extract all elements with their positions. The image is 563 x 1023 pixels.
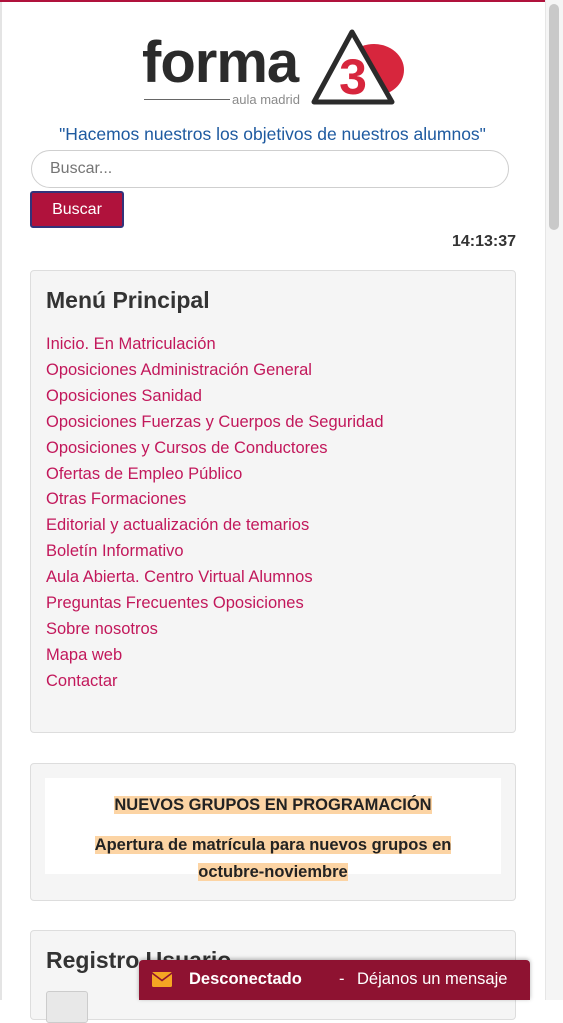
chat-status: Desconectado	[189, 970, 302, 988]
page-top-border	[0, 0, 545, 2]
logo-subtitle: aula madrid	[232, 92, 300, 107]
promo-panel: NUEVOS GRUPOS EN PROGRAMACIÓN Apertura d…	[30, 763, 516, 901]
menu-item-inicio[interactable]: Inicio. En Matriculación	[46, 332, 384, 358]
main-menu-title: Menú Principal	[46, 287, 210, 313]
menu-item-contactar[interactable]: Contactar	[46, 669, 384, 695]
page-left-border	[0, 0, 2, 1000]
menu-item-preguntas-frecuentes[interactable]: Preguntas Frecuentes Oposiciones	[46, 591, 384, 617]
logo-triangle-icon: 3	[311, 29, 404, 105]
main-menu-list: Inicio. En Matriculación Oposiciones Adm…	[46, 332, 384, 695]
menu-item-administracion-general[interactable]: Oposiciones Administración General	[46, 358, 384, 384]
menu-item-editorial[interactable]: Editorial y actualización de temarios	[46, 513, 384, 539]
search-input[interactable]	[31, 150, 509, 188]
chat-separator: -	[339, 970, 345, 988]
clock: 14:13:37	[451, 233, 516, 250]
menu-item-empleo-publico[interactable]: Ofertas de Empleo Público	[46, 462, 384, 488]
site-slogan: "Hacemos nuestros los objetivos de nuest…	[59, 124, 486, 144]
promo-title: NUEVOS GRUPOS EN PROGRAMACIÓN	[45, 796, 501, 815]
logo-underline	[144, 99, 230, 100]
menu-item-mapa-web[interactable]: Mapa web	[46, 643, 384, 669]
scrollbar-thumb[interactable]	[549, 4, 559, 230]
site-logo[interactable]: forma aula madrid 3	[140, 28, 410, 114]
promo-text: Apertura de matrícula para nuevos grupos…	[55, 832, 491, 886]
promo-text-line2: octubre-noviembre	[198, 863, 348, 881]
main-menu-panel: Menú Principal Inicio. En Matriculación …	[30, 270, 516, 733]
search-button[interactable]: Buscar	[30, 191, 124, 228]
chat-widget-bar[interactable]: Desconectado - Déjanos un mensaje	[139, 960, 530, 1000]
menu-item-conductores[interactable]: Oposiciones y Cursos de Conductores	[46, 436, 384, 462]
menu-item-sanidad[interactable]: Oposiciones Sanidad	[46, 384, 384, 410]
menu-item-otras-formaciones[interactable]: Otras Formaciones	[46, 487, 384, 513]
menu-item-fuerzas-seguridad[interactable]: Oposiciones Fuerzas y Cuerpos de Segurid…	[46, 410, 384, 436]
promo-text-line1: Apertura de matrícula para nuevos grupos…	[94, 836, 452, 854]
menu-item-boletin[interactable]: Boletín Informativo	[46, 539, 384, 565]
promo-title-text: NUEVOS GRUPOS EN PROGRAMACIÓN	[114, 796, 432, 814]
logo-number: 3	[339, 49, 367, 105]
logo-word: forma	[142, 30, 299, 95]
registration-field[interactable]	[46, 991, 88, 1023]
menu-item-aula-abierta[interactable]: Aula Abierta. Centro Virtual Alumnos	[46, 565, 384, 591]
envelope-icon	[152, 972, 172, 987]
menu-item-sobre-nosotros[interactable]: Sobre nosotros	[46, 617, 384, 643]
promo-content: NUEVOS GRUPOS EN PROGRAMACIÓN Apertura d…	[45, 778, 501, 881]
chat-message-link[interactable]: Déjanos un mensaje	[357, 970, 507, 989]
